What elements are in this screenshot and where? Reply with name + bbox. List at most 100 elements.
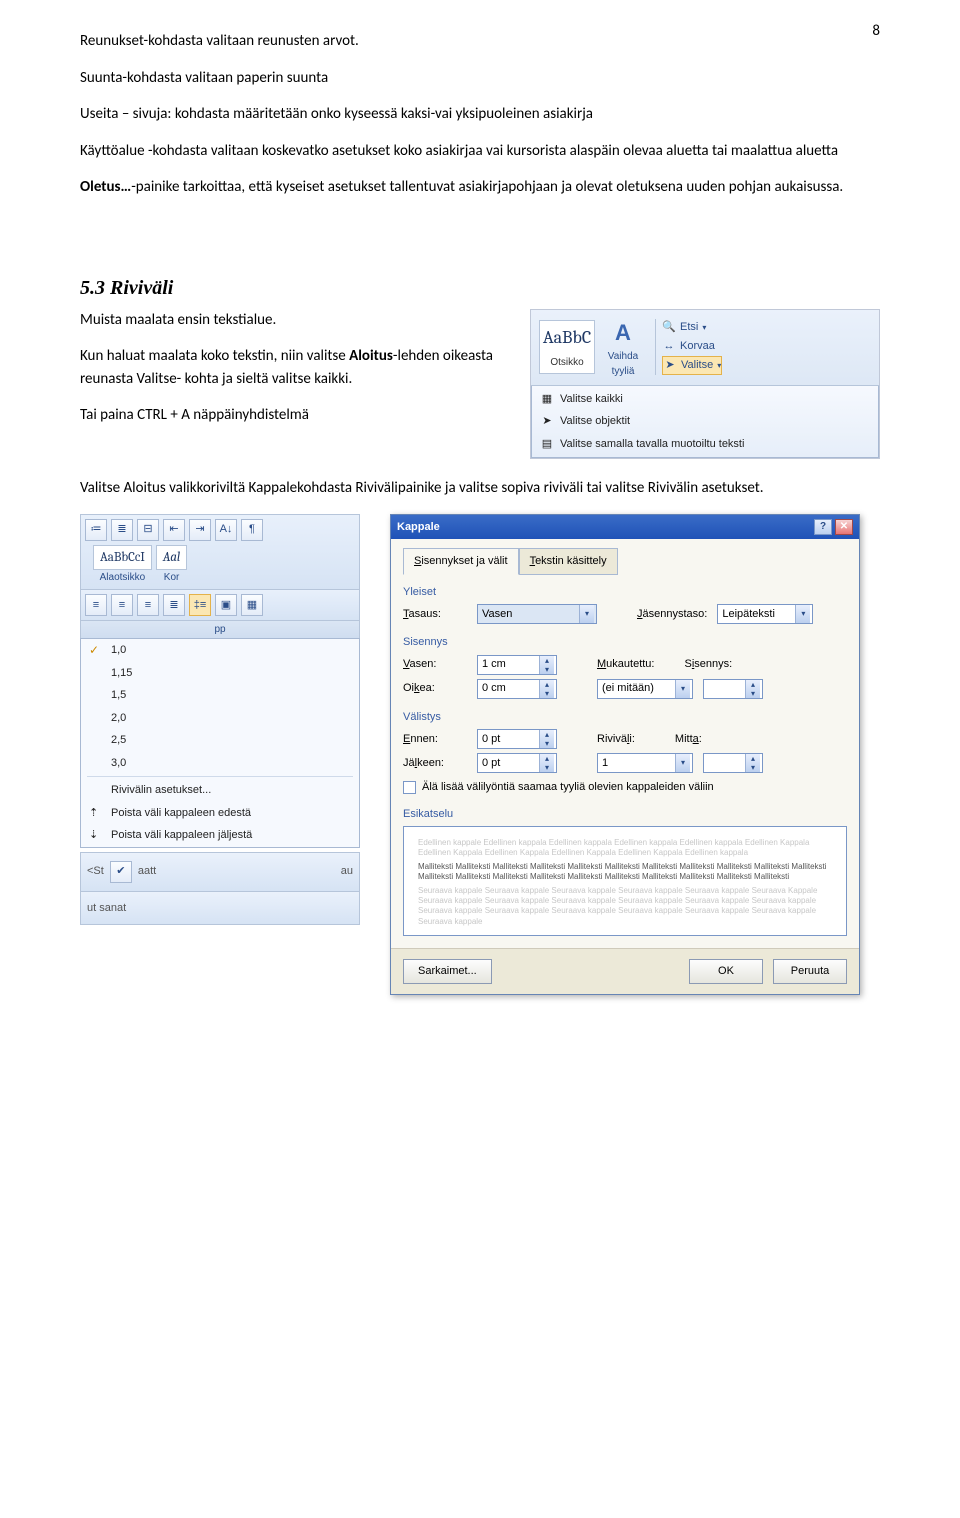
quick-style-otsikko[interactable]: AaBbC Otsikko <box>539 320 595 374</box>
find-button[interactable]: 🔍 Etsi ▾ <box>662 319 722 336</box>
spinner-arrows-icon: ▴▾ <box>539 680 554 698</box>
align-justify-icon[interactable]: ≣ <box>163 594 185 616</box>
group-preview: Esikatselu <box>403 806 847 823</box>
at-spin[interactable]: ▴▾ <box>703 753 763 773</box>
ls-label: 1,15 <box>111 665 132 682</box>
group-label-kappale: pp <box>80 621 360 638</box>
spelling-panel-fragment: <St ✔ aatt au <box>80 852 360 892</box>
spellcheck-icon[interactable]: ✔ <box>110 861 132 883</box>
after-spin[interactable]: 0 pt ▴▾ <box>477 753 557 773</box>
find-label: Etsi <box>680 319 698 336</box>
remove-after-icon: ⇣ <box>89 827 98 844</box>
group-spacing: Välistys <box>403 709 847 726</box>
indent-right-spin[interactable]: 0 cm ▴▾ <box>477 679 557 699</box>
chevron-down-icon: ▾ <box>717 360 721 372</box>
ls-settings[interactable]: Rivivälin asetukset... <box>81 779 359 802</box>
tabs-button[interactable]: Sarkaimet... <box>403 959 492 984</box>
frag1: <St <box>87 863 104 880</box>
chevron-down-icon: ▾ <box>702 322 706 334</box>
select-all-item[interactable]: ▦ Valitse kaikki <box>532 388 878 411</box>
ls-1-5[interactable]: 1,5 <box>81 684 359 707</box>
ls-label: 3,0 <box>111 755 126 772</box>
r2-bold: Aloitus <box>349 347 393 365</box>
alignment-combo[interactable]: Vasen ▾ <box>477 604 597 624</box>
tab-line-breaks[interactable]: Tekstin käsittely <box>519 548 618 575</box>
replace-label: Korvaa <box>680 338 715 355</box>
by-spin[interactable]: ▴▾ <box>703 679 763 699</box>
binoculars-icon: 🔍 <box>662 321 676 335</box>
align-right-icon[interactable]: ≡ <box>137 594 159 616</box>
dialog-title: Kappale <box>397 519 440 536</box>
ls-label: 1,5 <box>111 687 126 704</box>
paragraph-useita: Useita – sivuja: kohdasta määritetään on… <box>80 103 880 126</box>
ls-remove-before[interactable]: ⇡Poista väli kappaleen edestä <box>81 802 359 825</box>
cursor-icon: ➤ <box>540 414 554 428</box>
indent-left-spin[interactable]: 1 cm ▴▾ <box>477 655 557 675</box>
pilcrow-icon[interactable]: ¶ <box>241 519 263 541</box>
tab-indent-spacing[interactable]: Sisennykset ja välit <box>403 548 519 575</box>
paragraph-muista-maalata: Muista maalata ensin tekstialue. <box>80 309 515 332</box>
align-center-icon[interactable]: ≡ <box>111 594 133 616</box>
special-value: (ei mitään) <box>602 680 654 697</box>
dialog-titlebar[interactable]: Kappale ? ✕ <box>391 515 859 540</box>
change-style-button[interactable]: A Vaihda tyyliä <box>601 316 645 379</box>
borders-icon[interactable]: ▦ <box>241 594 263 616</box>
label-by: Sisennys: <box>685 656 733 673</box>
ls-label: 2,0 <box>111 710 126 727</box>
close-button[interactable]: ✕ <box>835 519 853 535</box>
ls-remove-before-label: Poista väli kappaleen edestä <box>111 805 251 822</box>
sort-icon[interactable]: A↓ <box>215 519 237 541</box>
style-alaotsikko-preview[interactable]: AaBbCcI <box>93 545 152 571</box>
before-spin[interactable]: 0 pt ▴▾ <box>477 729 557 749</box>
spinner-arrows-icon: ▴▾ <box>539 730 554 748</box>
ls-1-15[interactable]: 1,15 <box>81 662 359 685</box>
outline-combo[interactable]: Leipäteksti▾ <box>717 604 813 624</box>
select-all-icon: ▦ <box>540 392 554 406</box>
select-similar-item[interactable]: ▤ Valitse samalla tavalla muotoiltu teks… <box>532 433 878 456</box>
special-combo[interactable]: (ei mitään)▾ <box>597 679 693 699</box>
ls-3-0[interactable]: 3,0 <box>81 752 359 775</box>
frag4: au <box>341 863 353 880</box>
alignment-value: Vasen <box>482 606 512 623</box>
style-korostus-label: Kor <box>164 570 180 585</box>
paragraph-mini-toolbar: ≔ ≣ ⊟ ⇤ ⇥ A↓ ¶ AaBbCcI Alaotsikko Aal Ko… <box>80 514 360 591</box>
align-left-icon[interactable]: ≡ <box>85 594 107 616</box>
shading-icon[interactable]: ▣ <box>215 594 237 616</box>
preview-sample-text: Malliteksti Malliteksti Malliteksti Mall… <box>418 862 832 883</box>
decrease-indent-icon[interactable]: ⇤ <box>163 519 185 541</box>
group-indent: Sisennys <box>403 634 847 651</box>
chevron-down-icon: ▾ <box>579 605 594 623</box>
multilevel-icon[interactable]: ⊟ <box>137 519 159 541</box>
oletus-bold: Oletus… <box>80 178 131 196</box>
line-spacing-button[interactable]: ‡≡ <box>189 594 211 616</box>
increase-indent-icon[interactable]: ⇥ <box>189 519 211 541</box>
help-button[interactable]: ? <box>814 519 832 535</box>
ls-2-0[interactable]: 2,0 <box>81 707 359 730</box>
select-button[interactable]: ➤ Valitse ▾ <box>662 356 722 375</box>
style-korostus-preview[interactable]: Aal <box>156 545 187 571</box>
select-label: Valitse <box>681 357 713 374</box>
ls-remove-after[interactable]: ⇣Poista väli kappaleen jäljestä <box>81 824 359 847</box>
chevron-down-icon: ▾ <box>675 754 690 772</box>
ls-label: 2,5 <box>111 732 126 749</box>
label-after: Jälkeen: <box>403 755 467 772</box>
preview-before-text: Edellinen kappale Edellinen kappala Edel… <box>418 838 832 859</box>
paragraph-kayttoalue: Käyttöalue -kohdasta valitaan koskevatko… <box>80 140 880 163</box>
linespacing-combo[interactable]: 1▾ <box>597 753 693 773</box>
preview-box: Edellinen kappale Edellinen kappala Edel… <box>403 826 847 936</box>
ok-button[interactable]: OK <box>689 959 763 984</box>
select-similar-icon: ▤ <box>540 437 554 451</box>
style-label: Otsikko <box>550 355 583 370</box>
paragraph-ctrl-a: Tai paina CTRL + A näppäinyhdistelmä <box>80 404 515 427</box>
after-value: 0 pt <box>482 755 500 772</box>
ls-2-5[interactable]: 2,5 <box>81 729 359 752</box>
select-objects-item[interactable]: ➤ Valitse objektit <box>532 410 878 433</box>
no-space-checkbox[interactable] <box>403 781 416 794</box>
before-value: 0 pt <box>482 731 500 748</box>
frag3: ut sanat <box>87 900 126 917</box>
cancel-button[interactable]: Peruuta <box>773 959 847 984</box>
bullets-icon[interactable]: ≔ <box>85 519 107 541</box>
replace-button[interactable]: ↔ Korvaa <box>662 338 722 355</box>
ls-1-0[interactable]: ✓1,0 <box>81 639 359 662</box>
numbering-icon[interactable]: ≣ <box>111 519 133 541</box>
